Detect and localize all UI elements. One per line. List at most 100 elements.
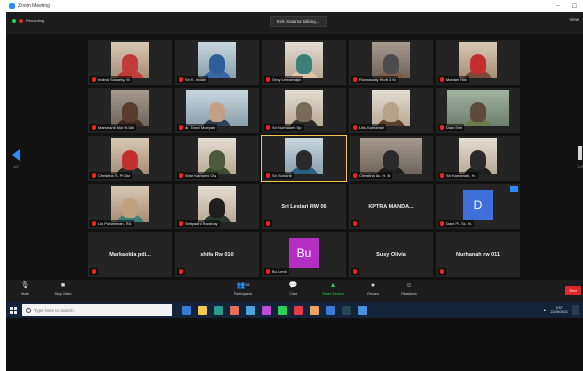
taskbar-app-icon[interactable] [214, 305, 223, 315]
taskbar-app-icon[interactable] [278, 305, 287, 315]
muted-microphone-icon [92, 269, 96, 274]
end-meeting-button[interactable]: End [565, 286, 581, 295]
muted-microphone-icon [440, 125, 444, 130]
participant-name-tag: Dian Emi [438, 124, 465, 131]
previous-page-icon[interactable] [12, 149, 20, 161]
participant-tile[interactable]: Sri Nurhaseh Sp. [262, 88, 346, 133]
participant-tile[interactable]: Wiar Kartarini Ow [175, 136, 259, 181]
participant-tile[interactable]: Christina S. Pi Dia [88, 136, 172, 181]
share-screen-button[interactable]: ▲ Share Screen [316, 281, 350, 297]
participant-tile[interactable]: Marshanti Mut N Diti [88, 88, 172, 133]
reactions-button[interactable]: ☺ Reactions [392, 281, 426, 297]
participant-tile[interactable]: Susy Olivia [349, 232, 433, 277]
participant-tile[interactable]: Nurhanah rw 011 [436, 232, 520, 277]
participant-tile[interactable]: Orcy Lemamajic [262, 40, 346, 85]
stop-video-button[interactable]: ■ Stop Video [46, 281, 80, 297]
participant-tile[interactable]: dr. Tanvi Mueyan [175, 88, 259, 133]
participant-tile[interactable]: Sri Suhanti [261, 135, 347, 182]
participant-tile[interactable]: Lis Purlahmah, Rd. [88, 184, 172, 229]
muted-indicator [90, 268, 98, 275]
windows-taskbar: ▲ 9:57 21/09/2021 [6, 302, 583, 318]
active-speaker-label: Erik Sutarsa talking... [270, 16, 327, 27]
participant-tile[interactable]: Rismawaty Rioft 3 Ki [349, 40, 433, 85]
taskbar-app-icon[interactable] [342, 305, 351, 315]
participant-name: Sri K. Indah [185, 77, 206, 82]
participant-name-tag: Dani Pi. Sc. N. [438, 220, 475, 227]
participant-video [198, 186, 236, 222]
muted-microphone-icon [92, 173, 96, 178]
person-head [383, 54, 399, 74]
participant-name-tag: Lis Purlahmah, Rd. [90, 220, 135, 227]
next-page-icon[interactable] [578, 146, 582, 160]
taskbar-app-icon[interactable] [358, 305, 367, 315]
taskbar-clock[interactable]: 9:57 21/09/2021 [550, 306, 568, 314]
screenshot: Zoom Meeting – ☐ Recording View 1/2 1/2 … [6, 0, 583, 371]
participant-grid: Indina Susanty, M Sri K. Indah Orcy Lemama… [88, 40, 520, 277]
participant-name: Wiar Kartarini Ow [185, 173, 217, 178]
participant-name: Bu Lenti [272, 269, 287, 274]
participant-tile[interactable]: Christina dc. H. B [349, 136, 433, 181]
taskbar-app-icon[interactable] [294, 305, 303, 315]
participant-tile[interactable]: Mariani Riiv [436, 40, 520, 85]
participant-name: Dani Pi. Sc. N. [446, 221, 473, 226]
record-dot-icon [19, 18, 23, 23]
participant-name: dr. Tanvi Mueyan [185, 125, 216, 130]
participant-tile[interactable]: shifa Rw 010 [175, 232, 259, 277]
maximize-button[interactable]: ☐ [572, 3, 577, 10]
participants-button[interactable]: 👥 39 Participants [226, 281, 260, 296]
taskbar-app-icon[interactable] [198, 305, 207, 315]
system-tray: ▲ 9:57 21/09/2021 [543, 305, 583, 315]
muted-microphone-icon [440, 221, 444, 226]
taskbar-app-icon[interactable] [246, 305, 255, 315]
muted-microphone-icon [266, 269, 270, 274]
notification-icon[interactable] [572, 305, 579, 315]
participant-name: Lilis Kamarfah [359, 125, 385, 130]
participant-video [372, 42, 410, 78]
shield-icon[interactable] [12, 18, 16, 23]
participant-tile[interactable]: Lilis Kamarfah [349, 88, 433, 133]
taskbar-app-icon[interactable] [262, 305, 271, 315]
network-icon[interactable]: ▲ [543, 308, 546, 312]
participant-name: Sri Suhanti [272, 173, 292, 178]
participant-tile[interactable]: Sri K. Indah [175, 40, 259, 85]
participant-tile[interactable]: Dian Emi [436, 88, 520, 133]
person-head [209, 198, 225, 218]
participant-name: Christina dc. H. B [359, 173, 391, 178]
person-head [383, 150, 399, 170]
view-button[interactable]: View [569, 17, 579, 22]
record-button[interactable]: ● Record [356, 281, 390, 297]
person-head [383, 102, 399, 122]
participant-video [285, 42, 323, 78]
chat-button[interactable]: 💬 Chat [276, 281, 310, 296]
participant-tile[interactable]: D Dani Pi. Sc. N. [436, 184, 520, 229]
person-head [470, 102, 486, 122]
participant-tile[interactable]: KPTRA MANDA... [349, 184, 433, 229]
participant-name-tag: Sri K. Indah [177, 76, 208, 83]
taskbar-app-icon[interactable] [230, 305, 239, 315]
chat-bubble-icon: 💬 [288, 282, 298, 289]
participant-name-tag: Orcy Lemamajic [264, 76, 303, 83]
participant-tile[interactable]: Setiyadhi Rarahay [175, 184, 259, 229]
taskbar-app-icon[interactable] [326, 305, 335, 315]
windows-start-icon[interactable] [6, 302, 20, 318]
minimize-button[interactable]: – [556, 3, 559, 10]
video-gallery: 1/2 1/2 Indina Susanty, M Sri K. Indah Orc… [6, 34, 583, 280]
participant-video [186, 90, 248, 126]
taskbar-search[interactable] [22, 304, 172, 316]
taskbar-app-icon[interactable] [310, 305, 319, 315]
participant-name: Marshanti Mut N Diti [98, 125, 135, 130]
participant-tile[interactable]: Bu Bu Lenti [262, 232, 346, 277]
taskbar-app-icon[interactable] [182, 305, 191, 315]
muted-microphone-icon [179, 221, 183, 226]
participant-tile[interactable]: Markaolda pdi... [88, 232, 172, 277]
participant-video [111, 138, 149, 174]
taskbar-search-input[interactable] [34, 305, 154, 315]
participant-tile[interactable]: Sri Lestari RW 06 [262, 184, 346, 229]
muted-microphone-icon [440, 269, 444, 274]
participant-tile[interactable]: Indina Susanty, M [88, 40, 172, 85]
participant-tile[interactable]: Sri Kartamah, H. [436, 136, 520, 181]
mute-button[interactable]: 🎙 Mute [8, 281, 42, 296]
person-head [122, 150, 138, 170]
muted-microphone-icon [92, 221, 96, 226]
person-head [470, 54, 486, 74]
